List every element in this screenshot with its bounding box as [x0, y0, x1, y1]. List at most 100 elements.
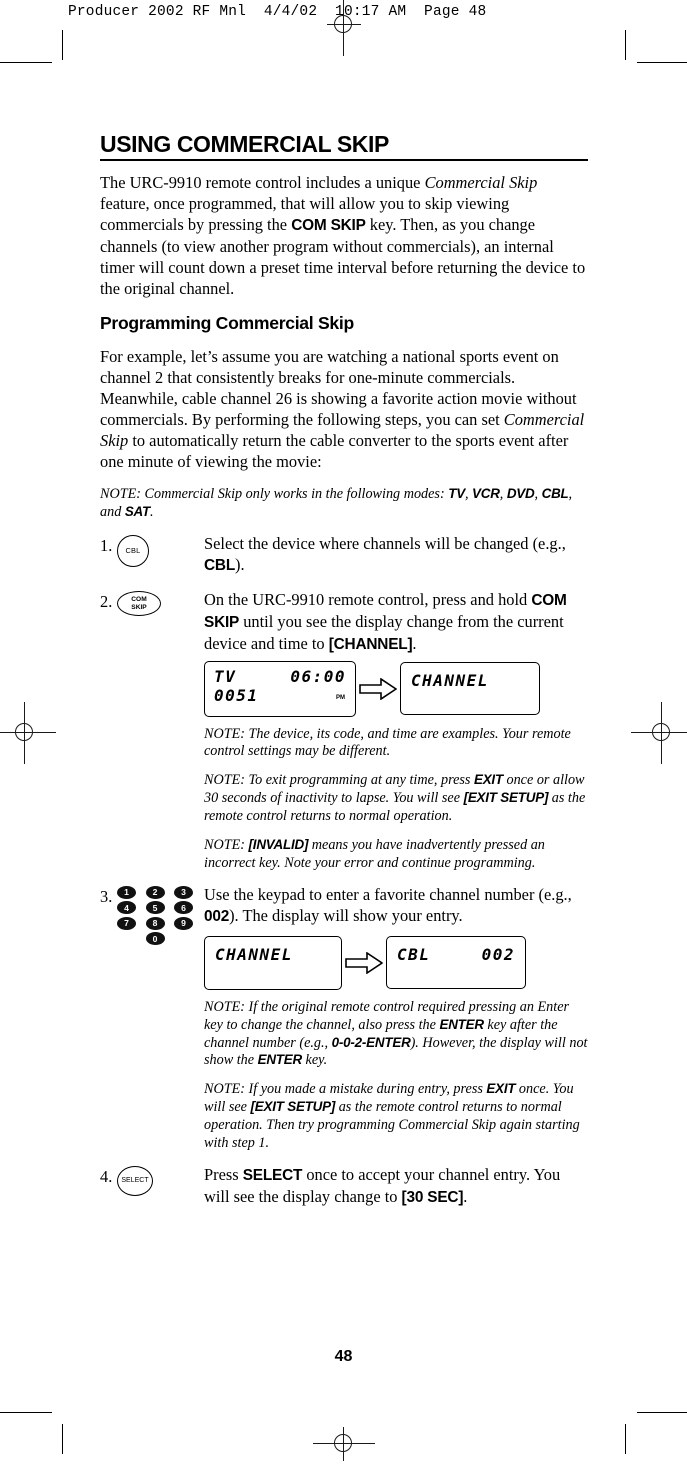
step-3-number: 3. — [100, 886, 113, 906]
keypad-key-0[interactable]: 0 — [145, 932, 165, 946]
step-2-text-a: On the URC-9910 remote control, press an… — [204, 590, 532, 610]
step-2-icon: COM SKIP — [117, 589, 204, 617]
title-rule — [100, 159, 588, 162]
note-exit-bold-exitsetup: [EXIT SETUP] — [463, 790, 549, 806]
note-invalid-bold: [INVALID] — [248, 836, 309, 852]
step-4: 4. SELECT Press SELECT once to accept yo… — [100, 1164, 588, 1207]
note-enter-bold-2: ENTER — [257, 1052, 303, 1068]
step-2-text-c: . — [412, 633, 417, 653]
select-key-label: SELECT — [121, 1177, 149, 1185]
step-4-text-c: . — [463, 1186, 468, 1206]
note-invalid-key: NOTE: [INVALID] means you have inadverte… — [204, 837, 588, 873]
keypad-row-4: 0 — [117, 932, 193, 946]
note-exit-bold-exit: EXIT — [473, 772, 503, 788]
step-2-number: 2. — [100, 592, 113, 612]
keypad-key-1[interactable]: 1 — [117, 885, 136, 899]
note-device-examples: NOTE: The device, its code, and time are… — [204, 726, 588, 762]
crop-mark-bottom-right-horizontal — [637, 1412, 687, 1413]
mode-vcr: VCR — [472, 485, 500, 501]
step-2: 2. COM SKIP On the URC-9910 remote contr… — [100, 589, 588, 654]
step-4-bold-select: SELECT — [242, 1166, 303, 1184]
lcd-channel-number: 002 — [481, 945, 515, 965]
section-subheading: Programming Commercial Skip — [100, 312, 354, 333]
lcd-device-label: TV — [214, 666, 237, 686]
note-enter-key: NOTE: If the original remote control req… — [204, 999, 588, 1071]
lcd-time-value: 06:00 — [290, 666, 346, 686]
step-1-text-a: Select the device where channels will be… — [204, 533, 566, 553]
lcd-code-value: 0051 — [214, 685, 259, 705]
crop-mark-bottom-right-vertical — [625, 1424, 626, 1454]
keypad-key-5[interactable]: 5 — [145, 901, 165, 915]
modes-sep-2: , — [499, 485, 507, 502]
note-enter-text-d: key. — [302, 1052, 328, 1069]
step-2-text: On the URC-9910 remote control, press an… — [204, 589, 588, 654]
step-1-number: 1. — [100, 535, 113, 555]
page-content: USING COMMERCIAL SKIP The URC-9910 remot… — [100, 132, 588, 1213]
step-4-text-a: Press — [204, 1164, 243, 1184]
keypad-key-2[interactable]: 2 — [145, 885, 165, 899]
lcd-before-step-3: CHANNEL — [204, 935, 342, 990]
example-paragraph: For example, let’s assume you are watchi… — [100, 346, 588, 472]
step-1-text-b: ). — [235, 554, 245, 574]
transition-arrow-step-3 — [342, 951, 386, 974]
step-3-text-b: ). The display will show your entry. — [229, 905, 463, 925]
step-3-notes: NOTE: If the original remote control req… — [204, 999, 588, 1153]
keypad-key-9[interactable]: 9 — [174, 916, 193, 930]
crop-mark-bottom-left-horizontal — [0, 1412, 52, 1413]
note-mistake-bold-exit: EXIT — [486, 1081, 516, 1097]
step-3-icon: 1 2 3 4 5 6 7 8 9 0 — [117, 884, 204, 948]
step-3-text-a: Use the keypad to enter a favorite chann… — [204, 884, 572, 904]
lcd-device-cbl: CBL — [397, 945, 431, 965]
lcd-meridiem-indicator: PM — [336, 694, 345, 701]
com-skip-key-icon[interactable]: COM SKIP — [117, 591, 161, 617]
note-mistake-bold-exitsetup: [EXIT SETUP] — [250, 1099, 336, 1115]
step-3-text: Use the keypad to enter a favorite chann… — [204, 884, 588, 927]
lcd-after-step-3: CBL 002 — [386, 936, 526, 990]
modes-sep-1: , — [464, 485, 473, 502]
keypad-key-8[interactable]: 8 — [145, 916, 165, 930]
number-keypad-icon[interactable]: 1 2 3 4 5 6 7 8 9 0 — [117, 885, 193, 946]
registration-mark-right — [631, 702, 687, 764]
page-number: 48 — [334, 1348, 353, 1365]
keypad-key-6[interactable]: 6 — [174, 901, 193, 915]
step-1-text: Select the device where channels will be… — [204, 533, 588, 576]
note-exit-programming: NOTE: To exit programming at any time, p… — [204, 772, 588, 826]
mode-sat: SAT — [124, 503, 151, 519]
select-key-icon[interactable]: SELECT — [117, 1165, 153, 1196]
crop-mark-top-right-horizontal — [637, 62, 687, 63]
intro-paragraph: The URC-9910 remote control includes a u… — [100, 172, 588, 299]
registration-mark-bottom — [313, 1427, 375, 1461]
lcd-after-step-2: CHANNEL — [400, 662, 540, 716]
transition-arrow-step-2 — [356, 677, 400, 700]
printer-slug: Producer 2002 RF Mnl 4/4/02 10:17 AM Pag… — [68, 4, 487, 20]
intro-italic-term: Commercial Skip — [424, 173, 538, 193]
keypad-key-4[interactable]: 4 — [117, 901, 136, 915]
com-skip-key-reference: COM SKIP — [291, 217, 366, 235]
keypad-row-1: 1 2 3 — [117, 885, 193, 899]
step-2-notes: NOTE: The device, its code, and time are… — [204, 726, 588, 873]
step-2-display-sequence: TV 06:00 0051 PM CHANNEL — [204, 660, 588, 717]
step-2-bold-channel: [CHANNEL] — [328, 635, 413, 653]
step-1-icon: CBL — [117, 533, 204, 567]
note-mistake-text-a: NOTE: If you made a mistake during entry… — [204, 1081, 487, 1098]
keypad-row-2: 4 5 6 — [117, 901, 193, 915]
step-4-number: 4. — [100, 1166, 113, 1186]
modes-sep-3: , — [534, 485, 542, 502]
cbl-key-label: CBL — [125, 546, 141, 556]
note-exit-text-a: NOTE: To exit programming at any time, p… — [204, 772, 474, 789]
registration-mark-left — [0, 702, 56, 764]
example-text-b: to automatically return the cable conver… — [100, 430, 569, 471]
com-skip-label-line2: SKIP — [131, 603, 147, 611]
crop-mark-top-left-vertical — [62, 30, 63, 60]
cbl-key-icon[interactable]: CBL — [117, 534, 149, 567]
modes-note-end: . — [150, 503, 154, 520]
note-enter-bold-1: ENTER — [439, 1016, 484, 1032]
keypad-key-3[interactable]: 3 — [174, 885, 193, 899]
mode-dvd: DVD — [506, 485, 535, 501]
keypad-row-3: 7 8 9 — [117, 916, 193, 930]
crop-mark-top-right-vertical — [625, 30, 626, 60]
step-4-icon: SELECT — [117, 1164, 204, 1196]
mode-cbl: CBL — [541, 485, 569, 501]
crop-mark-top-left-horizontal — [0, 62, 52, 63]
keypad-key-7[interactable]: 7 — [117, 916, 136, 930]
